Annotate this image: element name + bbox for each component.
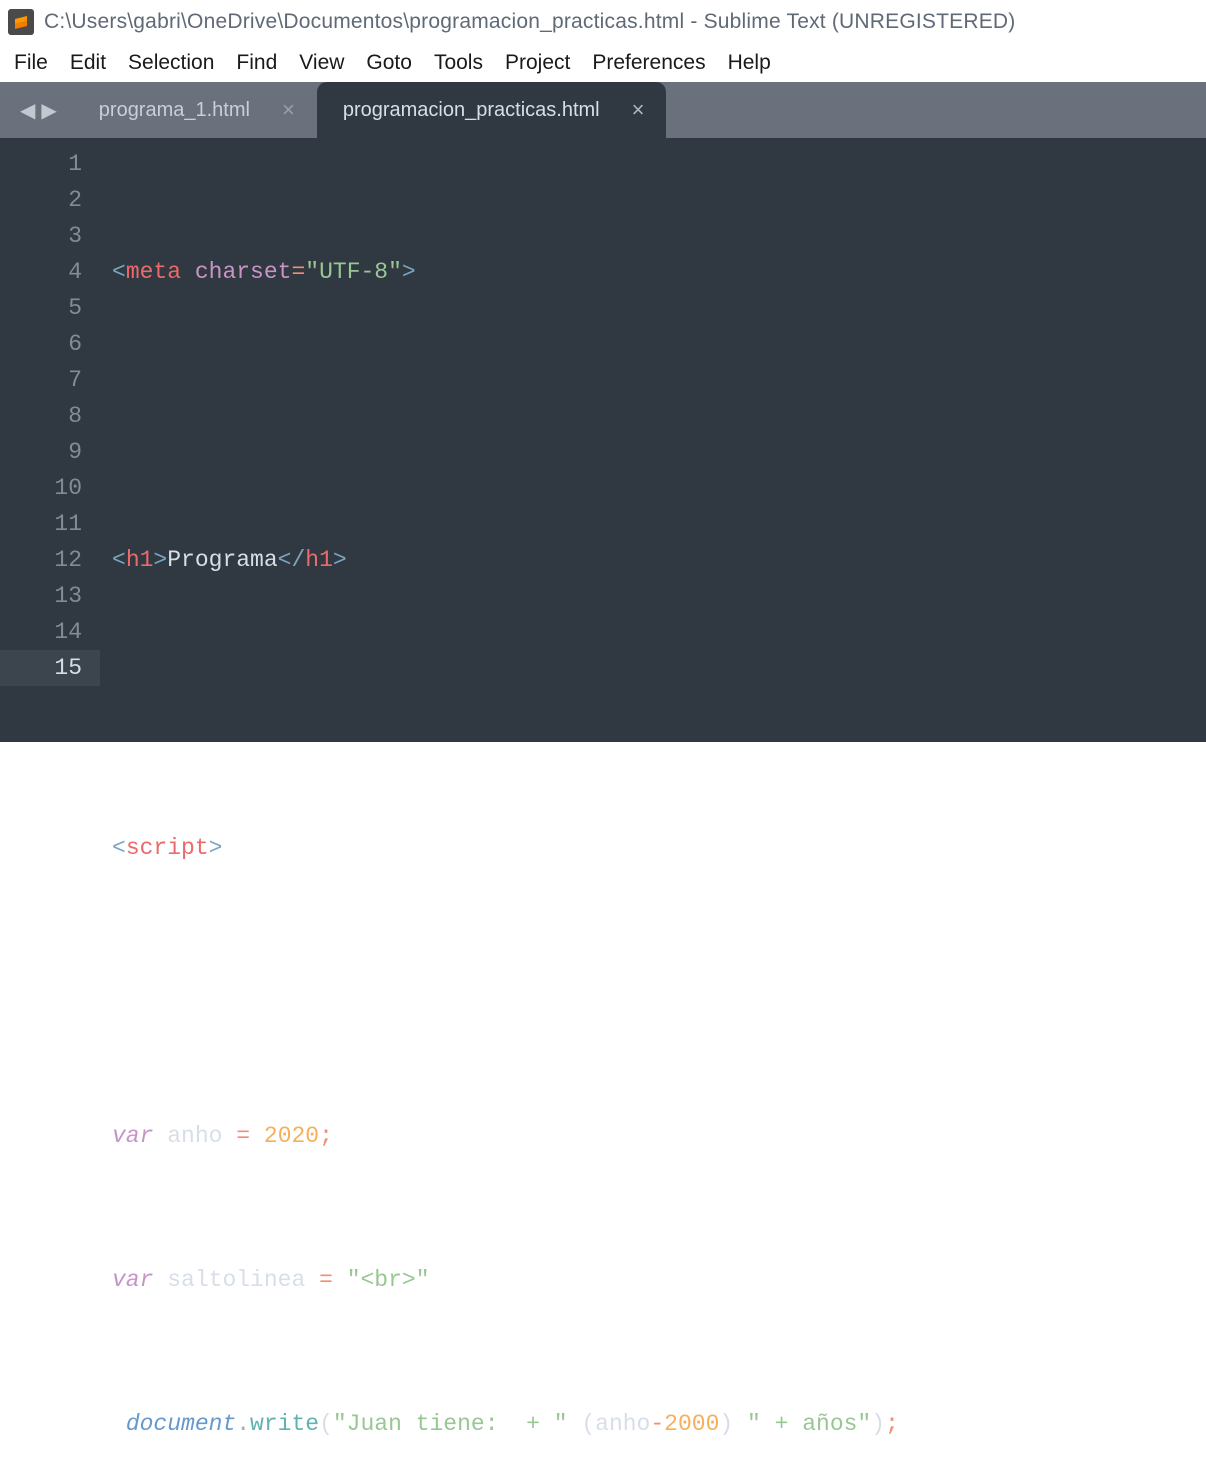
window-title: C:\Users\gabri\OneDrive\Documentos\progr…: [44, 10, 1015, 34]
line-number[interactable]: 10: [0, 470, 82, 506]
menu-help[interactable]: Help: [718, 47, 781, 79]
menu-preferences[interactable]: Preferences: [582, 47, 715, 79]
angle-close: >: [402, 259, 416, 285]
angle-open: <: [112, 259, 126, 285]
code-line[interactable]: [112, 974, 1206, 1010]
tab-next-icon[interactable]: ▶: [41, 98, 56, 123]
line-number[interactable]: 1: [0, 146, 82, 182]
code-line[interactable]: [112, 686, 1206, 722]
editor: 1 2 3 4 5 6 7 8 9 10 11 12 13 14 15 <met…: [0, 138, 1206, 742]
line-number[interactable]: 2: [0, 182, 82, 218]
code-line[interactable]: var saltolinea = "<br>": [112, 1262, 1206, 1298]
attr-name: charset: [195, 259, 292, 285]
line-number[interactable]: 14: [0, 614, 82, 650]
code-line[interactable]: <script>: [112, 830, 1206, 866]
menu-bar: File Edit Selection Find View Goto Tools…: [0, 44, 1206, 82]
line-number[interactable]: 13: [0, 578, 82, 614]
line-number[interactable]: 4: [0, 254, 82, 290]
line-number[interactable]: 8: [0, 398, 82, 434]
title-bar: C:\Users\gabri\OneDrive\Documentos\progr…: [0, 0, 1206, 44]
equals: =: [291, 259, 305, 285]
tab-prev-icon[interactable]: ◀: [20, 98, 35, 123]
line-number[interactable]: 9: [0, 434, 82, 470]
menu-goto[interactable]: Goto: [356, 47, 422, 79]
close-icon[interactable]: ×: [628, 97, 649, 123]
tag-name: meta: [126, 259, 181, 285]
close-icon[interactable]: ×: [278, 97, 299, 123]
tab-nav: ◀ ▶: [0, 82, 73, 138]
code-area[interactable]: <meta charset="UTF-8"> <h1>Programa</h1>…: [100, 138, 1206, 742]
gutter: 1 2 3 4 5 6 7 8 9 10 11 12 13 14 15: [0, 138, 100, 742]
line-number[interactable]: 6: [0, 326, 82, 362]
app-icon: [8, 9, 34, 35]
tab-programa-1[interactable]: programa_1.html ×: [73, 82, 317, 138]
code-line[interactable]: var anho = 2020;: [112, 1118, 1206, 1154]
code-line[interactable]: document.write("Juan tiene: + " (anho-20…: [112, 1406, 1206, 1442]
tab-label: programacion_practicas.html: [343, 99, 600, 122]
sublime-logo-icon: [12, 13, 30, 31]
code-line[interactable]: <meta charset="UTF-8">: [112, 254, 1206, 290]
code-line[interactable]: <h1>Programa</h1>: [112, 542, 1206, 578]
menu-view[interactable]: View: [289, 47, 354, 79]
menu-tools[interactable]: Tools: [424, 47, 493, 79]
menu-selection[interactable]: Selection: [118, 47, 224, 79]
line-number[interactable]: 5: [0, 290, 82, 326]
menu-file[interactable]: File: [4, 47, 58, 79]
menu-project[interactable]: Project: [495, 47, 580, 79]
tab-label: programa_1.html: [99, 99, 250, 122]
string: "UTF-8": [305, 259, 402, 285]
tab-programacion-practicas[interactable]: programacion_practicas.html ×: [317, 82, 667, 138]
line-number[interactable]: 7: [0, 362, 82, 398]
menu-edit[interactable]: Edit: [60, 47, 116, 79]
line-number[interactable]: 15: [0, 650, 100, 686]
line-number[interactable]: 3: [0, 218, 82, 254]
line-number[interactable]: 11: [0, 506, 82, 542]
line-number[interactable]: 12: [0, 542, 82, 578]
menu-find[interactable]: Find: [226, 47, 287, 79]
code-line[interactable]: [112, 398, 1206, 434]
tab-bar: ◀ ▶ programa_1.html × programacion_pract…: [0, 82, 1206, 138]
